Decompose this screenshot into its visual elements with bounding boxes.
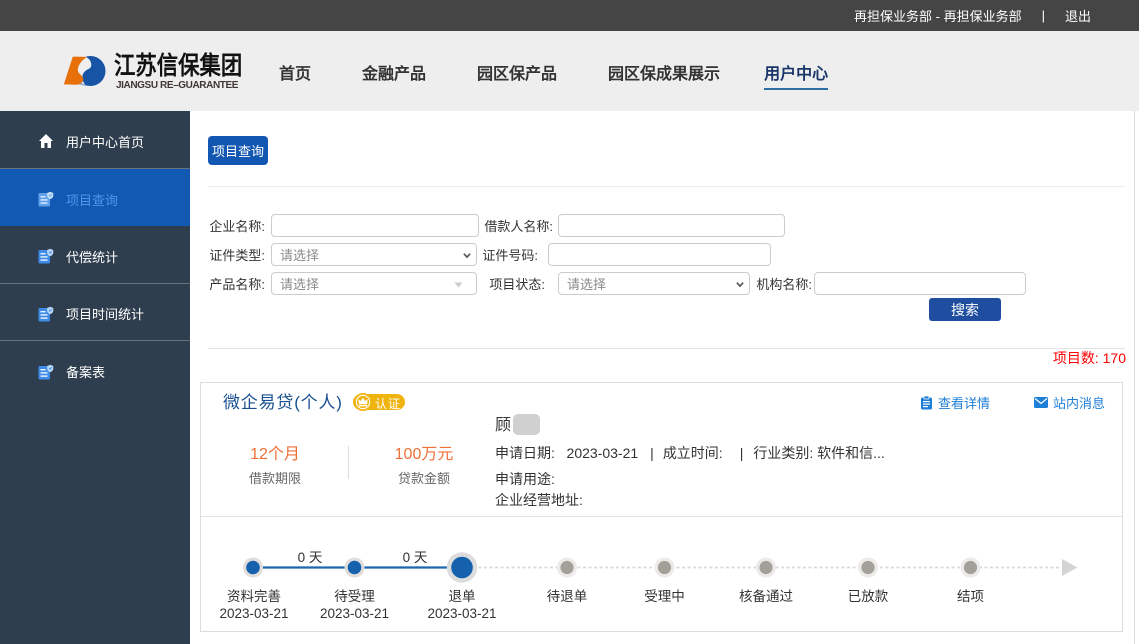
- svg-text:核备通过: 核备通过: [739, 588, 793, 604]
- svg-text:2023-03-21: 2023-03-21: [427, 606, 496, 621]
- svg-text:受理中: 受理中: [644, 589, 685, 604]
- svg-text:0 天: 0 天: [403, 550, 428, 565]
- svg-text:待退单: 待退单: [547, 589, 588, 604]
- svg-text:已放款: 已放款: [848, 589, 889, 604]
- svg-text:2023-03-21: 2023-03-21: [219, 606, 288, 621]
- svg-text:0 天: 0 天: [298, 550, 323, 565]
- svg-text:结项: 结项: [957, 589, 984, 604]
- svg-text:2023-03-21: 2023-03-21: [320, 606, 389, 621]
- svg-text:资料完善: 资料完善: [227, 589, 281, 604]
- svg-text:退单: 退单: [449, 589, 476, 604]
- svg-text:待受理: 待受理: [334, 589, 375, 604]
